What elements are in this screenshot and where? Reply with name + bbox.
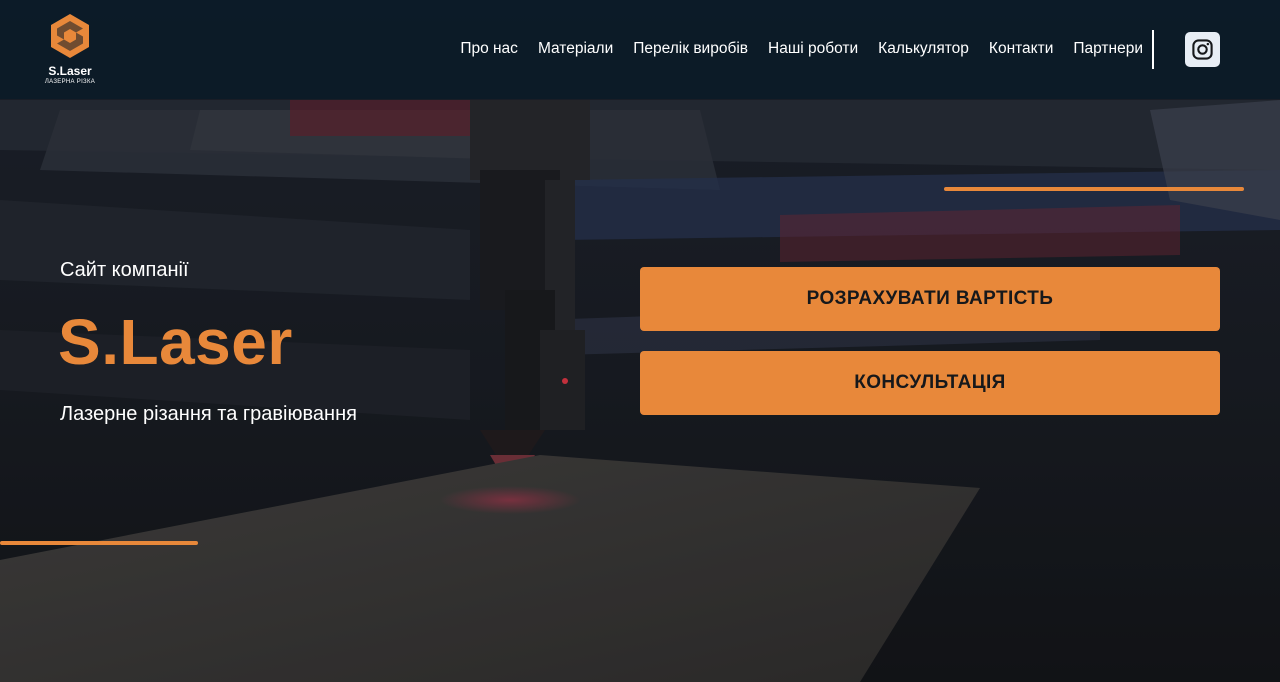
logo-subtitle: ЛАЗЕРНА РІЗКА (44, 79, 96, 85)
hero-subtitle: Лазерне різання та гравіювання (60, 403, 357, 425)
nav-item-about[interactable]: Про нас (460, 38, 518, 60)
nav-item-partners[interactable]: Партнери (1073, 38, 1143, 60)
decorative-line-bottom (0, 541, 198, 545)
consultation-button[interactable]: КОНСУЛЬТАЦІЯ (640, 351, 1220, 415)
nav-item-products[interactable]: Перелік виробів (633, 38, 748, 60)
hero-title: S.Laser (58, 306, 293, 378)
instagram-button[interactable] (1185, 32, 1220, 67)
nav-item-portfolio[interactable]: Наші роботи (768, 38, 858, 60)
hero-kicker: Сайт компанії (60, 259, 189, 281)
decorative-line-top (944, 187, 1244, 191)
main-nav: Про нас Матеріали Перелік виробів Наші р… (460, 38, 1143, 60)
logo-name: S.Laser (48, 64, 92, 78)
logo-hexagon-icon (51, 14, 89, 58)
instagram-icon (1192, 39, 1213, 60)
logo[interactable]: S.Laser ЛАЗЕРНА РІЗКА (40, 12, 100, 90)
calculate-cost-button[interactable]: РОЗРАХУВАТИ ВАРТІСТЬ (640, 267, 1220, 331)
nav-divider (1152, 30, 1154, 69)
page: S.Laser ЛАЗЕРНА РІЗКА Про нас Матеріали … (0, 0, 1280, 682)
nav-item-contacts[interactable]: Контакти (989, 38, 1053, 60)
nav-item-materials[interactable]: Матеріали (538, 38, 613, 60)
nav-item-calculator[interactable]: Калькулятор (878, 38, 969, 60)
site-header: S.Laser ЛАЗЕРНА РІЗКА Про нас Матеріали … (0, 0, 1280, 99)
